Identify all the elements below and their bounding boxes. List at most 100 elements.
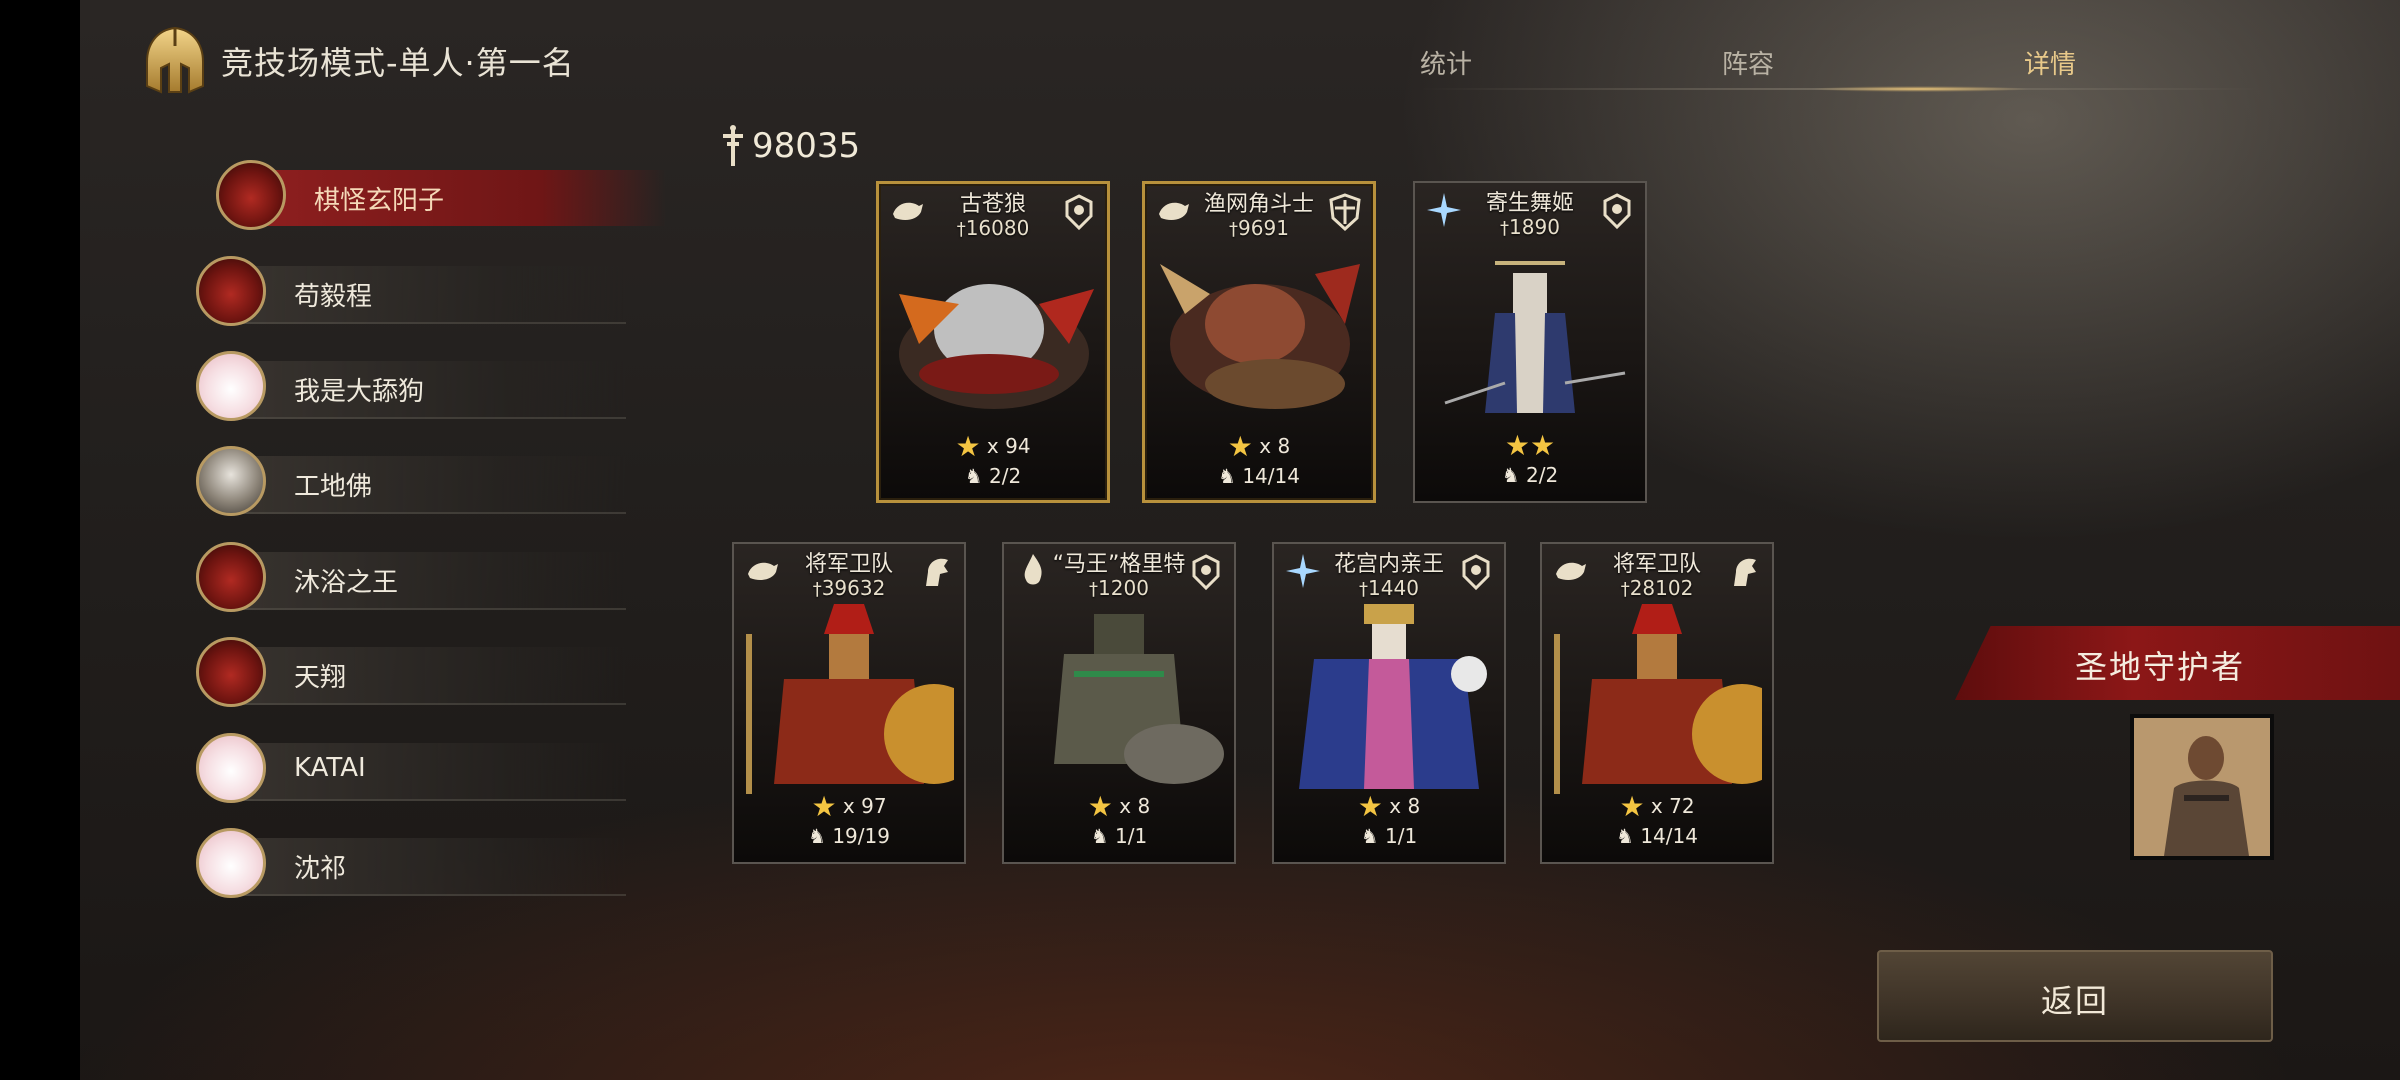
unit-power-value: 39632 [821, 576, 886, 600]
tab-statistics[interactable]: 统计 [1420, 44, 1472, 81]
unit-star-count: x 8 [1389, 794, 1421, 818]
unit-card[interactable]: 渔网角斗士 †9691 ★ x 8 ♞ 14/14 [1142, 181, 1376, 503]
active-tab-glow [1810, 86, 2030, 92]
helmet-icon: ♞ [1616, 824, 1634, 848]
unit-troops: ♞ 14/14 [1145, 464, 1373, 488]
player-name: 棋怪玄阳子 [314, 186, 445, 216]
power-icon: † [1500, 218, 1510, 239]
player-row-selected[interactable]: 棋怪玄阳子 [190, 158, 666, 236]
unit-portrait [899, 284, 1094, 409]
avatar [196, 542, 266, 612]
unit-troops: ♞ 1/1 [1274, 824, 1504, 848]
player-row-bg [246, 170, 666, 226]
unit-card[interactable]: “马王”格里特 †1200 ★ x 8 ♞ 1/1 [1002, 542, 1236, 864]
power-icon: † [1359, 579, 1369, 600]
hero-portrait[interactable] [2130, 714, 2274, 860]
tab-details[interactable]: 详情 [2024, 44, 2076, 81]
unit-troop-count: 14/14 [1640, 824, 1698, 848]
unit-power-value: 1440 [1368, 576, 1419, 600]
unit-troop-count: 2/2 [989, 464, 1022, 488]
player-name: 工地佛 [294, 472, 373, 502]
avatar [216, 160, 286, 230]
unit-card[interactable]: 将军卫队 †39632 ★ x 97 ♞ 19/19 [732, 542, 966, 864]
unit-portrait [1444, 261, 1626, 413]
player-row-bg [226, 743, 626, 801]
unit-stars: ★ x 8 [1274, 790, 1504, 823]
power-icon: † [812, 579, 822, 600]
unit-troop-count: 2/2 [1526, 463, 1559, 487]
power-icon [723, 125, 743, 166]
hero-image [2134, 718, 2270, 856]
avatar [196, 446, 266, 516]
unit-star-count: x 72 [1650, 794, 1695, 818]
player-name: 天翔 [294, 663, 347, 693]
device-edge [0, 0, 80, 1080]
title-banner: 圣地守护者 [1955, 626, 2400, 700]
unit-power: †1200 [1004, 576, 1234, 600]
player-row[interactable]: 沈祁 [190, 826, 650, 904]
unit-name: 古苍狼 [959, 192, 1026, 217]
player-row[interactable]: 我是大舔狗 [190, 349, 650, 427]
player-row[interactable]: 天翔 [190, 635, 650, 713]
unit-power: †1890 [1415, 215, 1645, 239]
page-title: 竞技场模式-单人·第一名 [221, 44, 575, 82]
star-icon: ★ [1619, 790, 1645, 823]
unit-power-value: 1890 [1509, 215, 1560, 239]
unit-portrait [1554, 604, 1762, 794]
star-icon: ★ [1504, 429, 1530, 462]
spartan-helmet-icon [146, 26, 204, 94]
unit-name: 将军卫队 [1612, 552, 1701, 577]
banner-label: 圣地守护者 [2075, 648, 2246, 686]
avatar [196, 733, 266, 803]
header-title-group: 竞技场模式-单人·第一名 [135, 24, 575, 98]
unit-troops: ♞ 14/14 [1542, 824, 1772, 848]
unit-portrait [1160, 264, 1360, 409]
unit-power: †9691 [1145, 216, 1373, 240]
player-row-bg [226, 838, 626, 896]
player-name: 苟毅程 [294, 282, 373, 312]
unit-star-count: x 94 [986, 434, 1031, 458]
player-row[interactable]: KATAI [190, 731, 650, 809]
unit-troop-count: 1/1 [1115, 824, 1148, 848]
unit-power-value: 1200 [1098, 576, 1149, 600]
total-power-value: 98035 [752, 126, 861, 166]
unit-troop-count: 19/19 [832, 824, 890, 848]
player-name: 我是大舔狗 [294, 377, 425, 407]
unit-stars: ★ x 8 [1145, 430, 1373, 463]
star-icon: ★ [1227, 430, 1253, 463]
back-button-label: 返回 [2040, 982, 2109, 1020]
unit-portrait [1299, 604, 1487, 789]
unit-troops: ♞ 19/19 [734, 824, 964, 848]
unit-power-value: 9691 [1238, 216, 1289, 240]
power-icon: † [1229, 219, 1239, 240]
helmet-icon: ♞ [1218, 464, 1236, 488]
unit-name: 花宫内亲王 [1333, 552, 1444, 577]
avatar [196, 256, 266, 326]
avatar [196, 828, 266, 898]
power-icon: † [956, 219, 966, 240]
helmet-icon: ♞ [964, 464, 983, 488]
player-row-bg [226, 266, 626, 324]
power-icon: † [1089, 579, 1099, 600]
power-icon: † [1620, 579, 1630, 600]
unit-card[interactable]: 古苍狼 †16080 ★ x 94 ♞ 2/2 [876, 181, 1110, 503]
player-row[interactable]: 沐浴之王 [190, 540, 650, 618]
unit-portrait [1054, 614, 1224, 784]
player-row[interactable]: 工地佛 [190, 444, 650, 522]
unit-card[interactable]: 将军卫队 †28102 ★ x 72 ♞ 14/14 [1540, 542, 1774, 864]
unit-power: †1440 [1274, 576, 1504, 600]
player-name: 沈祁 [294, 854, 347, 884]
unit-stars: ★ x 97 [734, 790, 964, 823]
unit-star-count: x 97 [842, 794, 887, 818]
unit-power-value: 28102 [1629, 576, 1694, 600]
star-icon: ★ [811, 790, 837, 823]
back-button[interactable]: 返回 [1877, 950, 2273, 1042]
unit-name: “马王”格里特 [1052, 552, 1186, 577]
unit-card[interactable]: 花宫内亲王 †1440 ★ x 8 ♞ 1/1 [1272, 542, 1506, 864]
unit-name: 渔网角斗士 [1203, 192, 1314, 217]
tab-lineup[interactable]: 阵容 [1722, 44, 1774, 81]
unit-card[interactable]: 寄生舞姬 †1890 ★★ ♞ 2/2 [1413, 181, 1647, 503]
player-row[interactable]: 苟毅程 [190, 254, 650, 332]
star-icon: ★ [1357, 790, 1383, 823]
avatar [196, 637, 266, 707]
